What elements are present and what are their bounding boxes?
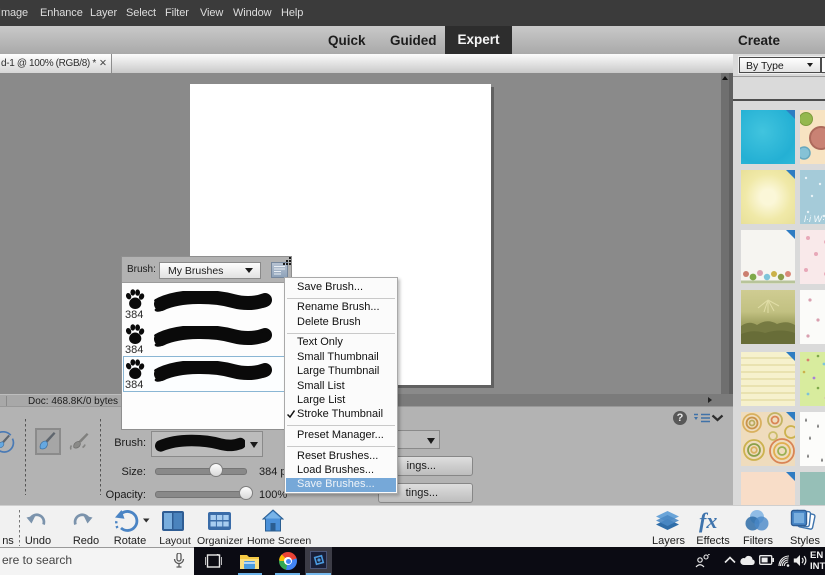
svg-text:l·i W·: l·i W· [804, 214, 825, 224]
